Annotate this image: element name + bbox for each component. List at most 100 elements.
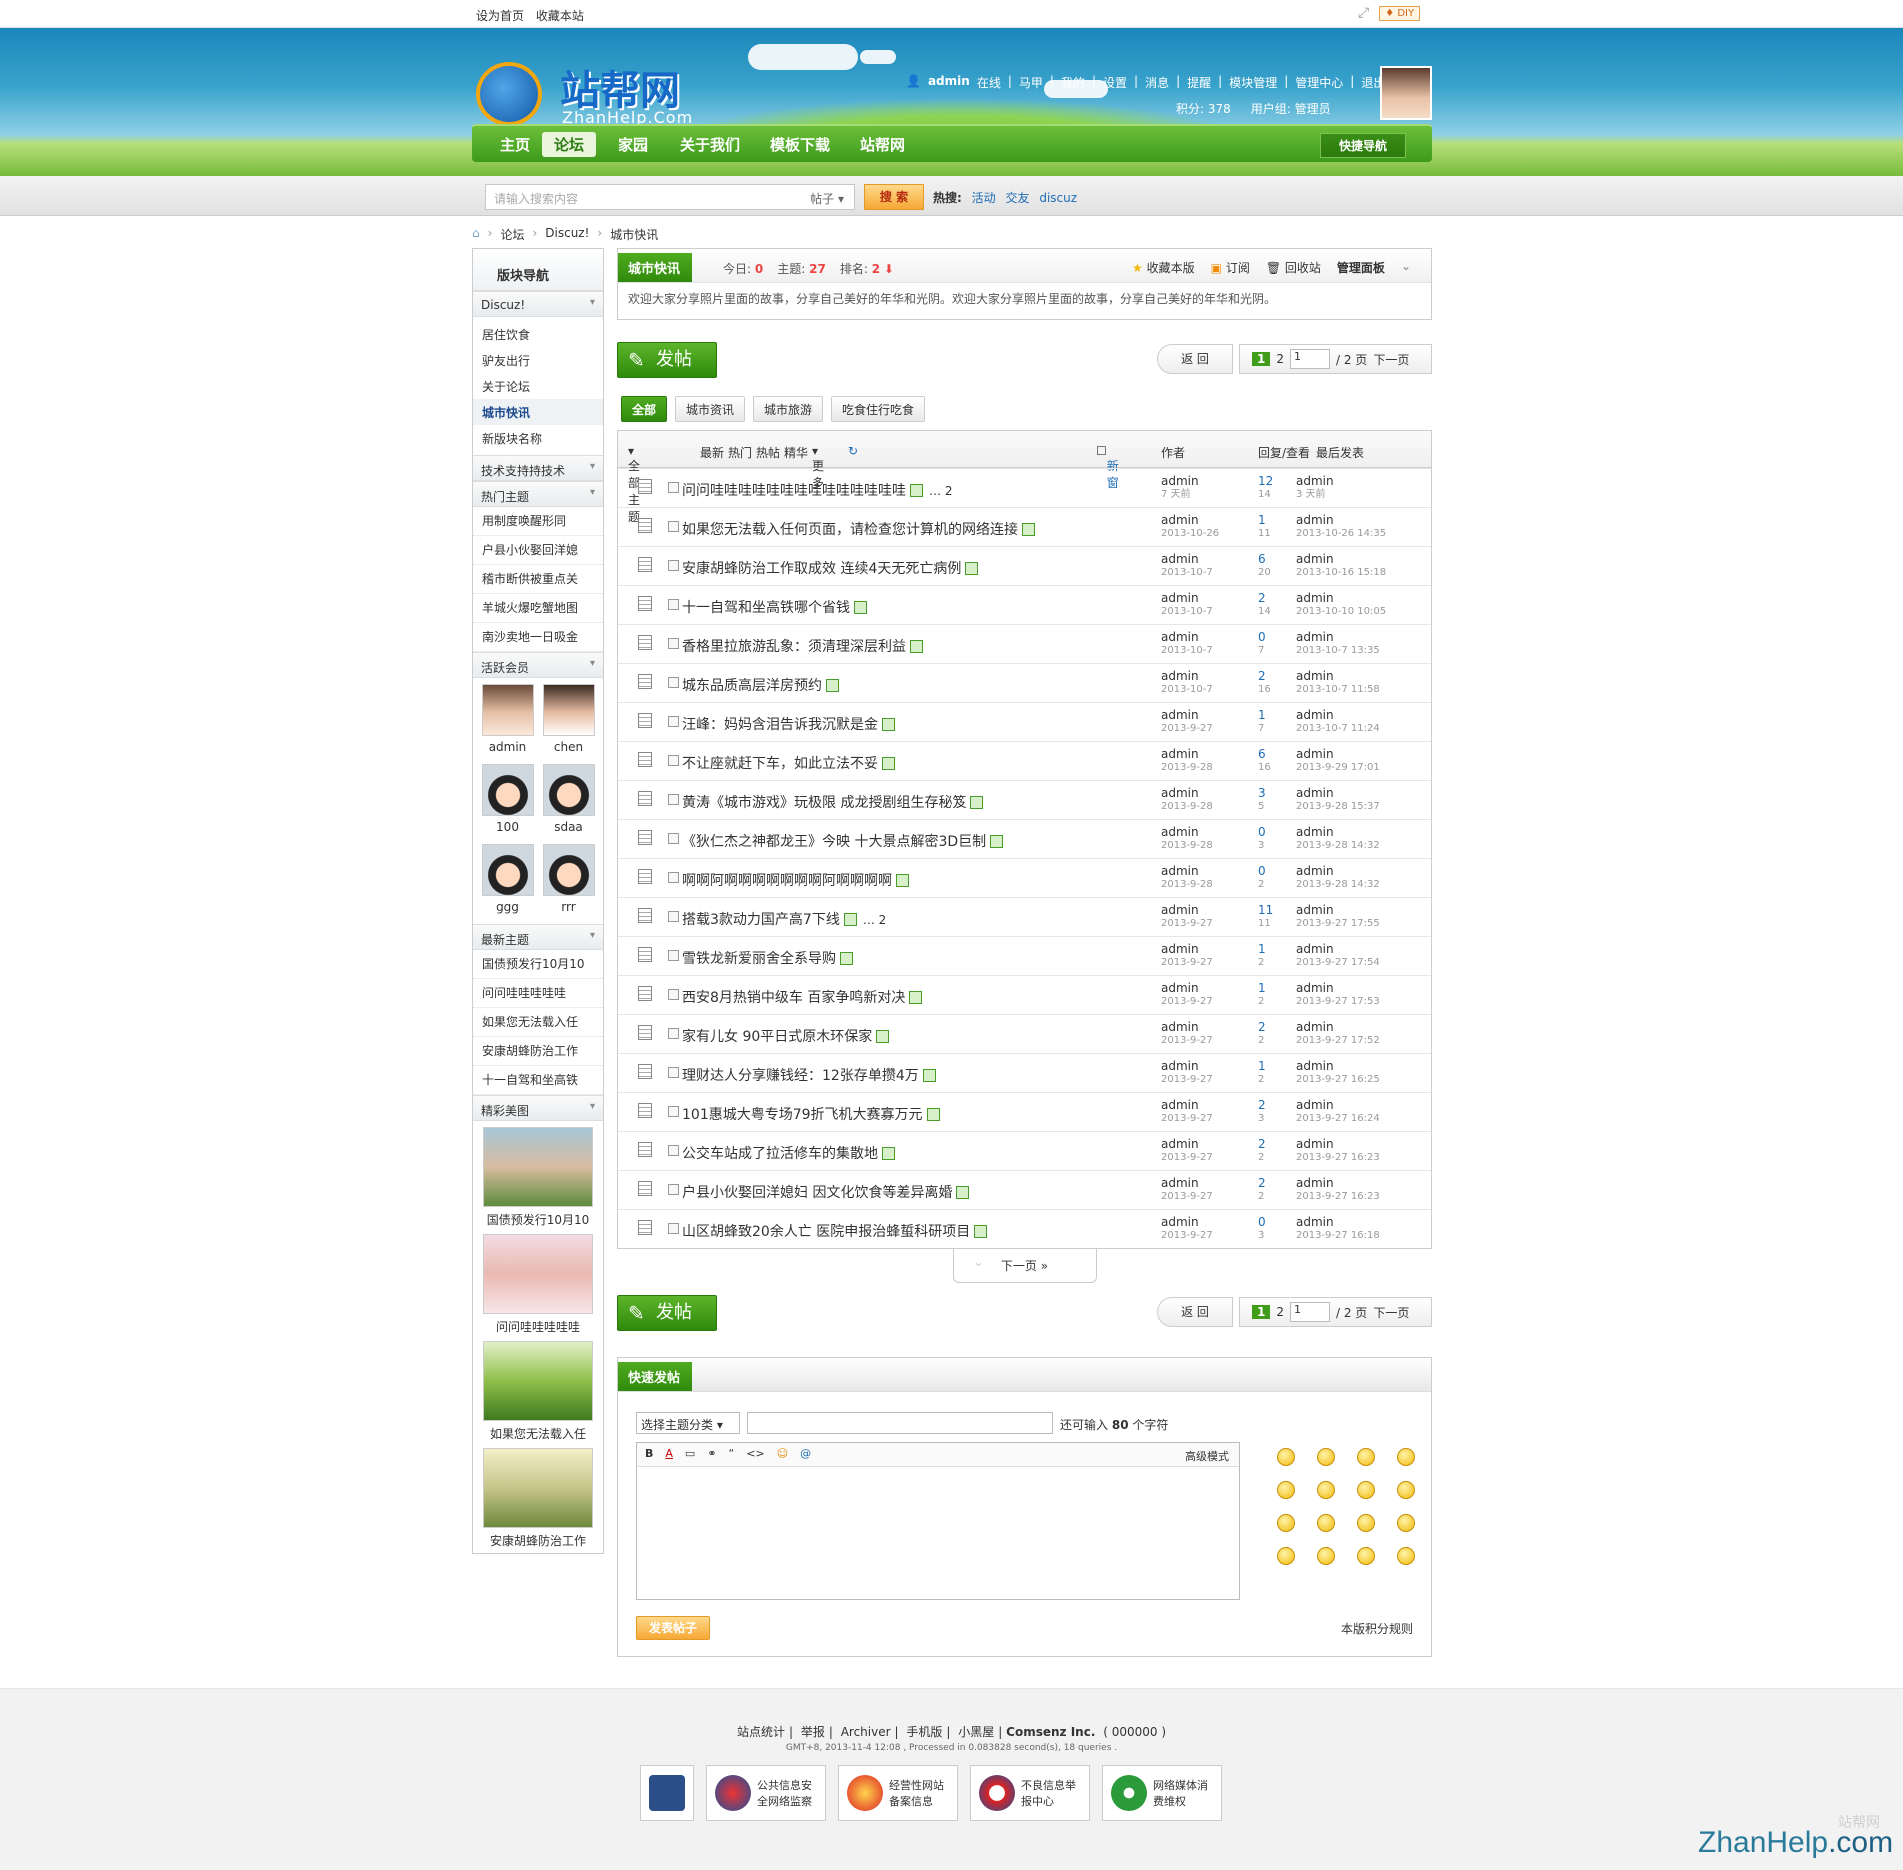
smiley-icon[interactable] bbox=[1277, 1481, 1295, 1499]
thread-replies[interactable]: 12 14 bbox=[1258, 475, 1273, 501]
page-current[interactable]: 1 bbox=[1252, 352, 1271, 366]
user-menu-item[interactable]: 马甲 bbox=[1019, 74, 1043, 91]
thread-title[interactable]: 雪铁龙新爱丽舍全系导购 bbox=[682, 948, 859, 968]
smiley-icon[interactable] bbox=[1397, 1448, 1415, 1466]
new-topic-link[interactable]: 安康胡蜂防治工作 bbox=[473, 1037, 603, 1066]
thread-row[interactable]: 不让座就赶下车，如此立法不妥 admin 2013-9-28 6 16 admin 2013… bbox=[618, 741, 1431, 780]
thread-replies[interactable]: 11 11 bbox=[1258, 904, 1273, 930]
search-button[interactable]: 搜 索 bbox=[864, 184, 924, 210]
thread-last-post[interactable]: admin 2013-9-28 15:37 bbox=[1296, 787, 1380, 813]
thread-author[interactable]: admin 2013-9-27 bbox=[1161, 1177, 1213, 1203]
thread-last-post[interactable]: admin 2013-9-27 16:18 bbox=[1296, 1216, 1380, 1242]
thread-checkbox[interactable] bbox=[668, 872, 679, 883]
thread-last-post[interactable]: admin 2013-9-27 17:54 bbox=[1296, 943, 1380, 969]
next-page-link[interactable]: 下一页 bbox=[1373, 1304, 1409, 1321]
breadcrumb-item[interactable]: Discuz! bbox=[545, 226, 589, 243]
footer-link[interactable]: Archiver bbox=[841, 1725, 891, 1739]
smiley-icon[interactable] bbox=[1357, 1547, 1375, 1565]
smiley-icon[interactable] bbox=[1357, 1481, 1375, 1499]
thread-replies[interactable]: 2 16 bbox=[1258, 670, 1271, 696]
recycle-bin-button[interactable]: 🗑 回收站 bbox=[1266, 259, 1321, 276]
username[interactable]: admin bbox=[928, 74, 970, 91]
smiley-icon[interactable]: ☺ bbox=[777, 1447, 788, 1462]
refresh-icon[interactable]: ↻ bbox=[848, 444, 858, 458]
filter-tab[interactable]: 吃食住行吃食 bbox=[831, 396, 926, 422]
user-avatar[interactable] bbox=[1380, 66, 1432, 120]
thread-last-post[interactable]: admin 2013-9-27 17:52 bbox=[1296, 1021, 1380, 1047]
thread-author[interactable]: admin 2013-9-27 bbox=[1161, 943, 1213, 969]
hot-topic-link[interactable]: 羊城火爆吃蟹地图 bbox=[473, 594, 603, 623]
smiley-icon[interactable] bbox=[1277, 1547, 1295, 1565]
thread-last-post[interactable]: admin 2013-9-27 16:24 bbox=[1296, 1099, 1380, 1125]
user-menu-item[interactable]: 提醒 bbox=[1187, 74, 1211, 91]
thread-checkbox[interactable] bbox=[668, 1106, 679, 1117]
page-jump-input[interactable]: 1 bbox=[1290, 1302, 1330, 1322]
thread-replies[interactable]: 17 bbox=[1258, 709, 1266, 735]
gallery-item[interactable]: 问问哇哇哇哇哇 bbox=[483, 1234, 593, 1335]
thread-checkbox[interactable] bbox=[668, 677, 679, 688]
smiley-icon[interactable] bbox=[1397, 1514, 1415, 1532]
thread-author[interactable]: admin 7 天前 bbox=[1161, 475, 1199, 501]
thread-last-post[interactable]: admin 2013-9-27 16:23 bbox=[1296, 1138, 1380, 1164]
thread-replies[interactable]: 12 bbox=[1258, 982, 1266, 1008]
hot-search-link[interactable]: 交友 bbox=[1005, 191, 1029, 205]
nav-item-about[interactable]: 关于我们 bbox=[680, 134, 740, 155]
gallery-item[interactable]: 安康胡蜂防治工作 bbox=[483, 1448, 593, 1549]
sidebar-forum-link[interactable]: 居住饮食 bbox=[473, 321, 603, 347]
police-badge[interactable] bbox=[640, 1765, 694, 1821]
thread-checkbox[interactable] bbox=[668, 755, 679, 766]
thread-row[interactable]: 搭载3款动力国产高7下线… 2 admin 2013-9-27 11 11 admin 20… bbox=[618, 897, 1431, 936]
page-current[interactable]: 1 bbox=[1252, 1305, 1271, 1319]
image-icon[interactable]: ▭ bbox=[685, 1447, 695, 1462]
bookmark-link[interactable]: 收藏本站 bbox=[536, 9, 584, 23]
thread-author[interactable]: admin 2013-9-27 bbox=[1161, 1021, 1213, 1047]
new-post-button[interactable]: 发帖 bbox=[617, 342, 717, 378]
smiley-icon[interactable] bbox=[1277, 1514, 1295, 1532]
thread-author[interactable]: admin 2013-10-7 bbox=[1161, 592, 1213, 618]
user-points[interactable]: 积分: 378 bbox=[1176, 100, 1231, 117]
topic-category-select[interactable]: 选择主题分类 ▾ bbox=[636, 1412, 740, 1434]
home-icon[interactable]: ⌂ bbox=[472, 226, 480, 243]
thread-checkbox[interactable] bbox=[668, 638, 679, 649]
footer-link[interactable]: 手机版 bbox=[906, 1725, 942, 1739]
member-card[interactable]: rrr bbox=[538, 844, 599, 924]
user-menu-item[interactable]: 我的 bbox=[1061, 74, 1085, 91]
thread-title[interactable]: 搭载3款动力国产高7下线… 2 bbox=[682, 909, 886, 929]
sort-all[interactable]: 全部主题 ▾ bbox=[628, 444, 640, 524]
sort-digest[interactable]: 精华 bbox=[784, 444, 808, 461]
thread-replies[interactable]: 03 bbox=[1258, 826, 1266, 852]
thread-checkbox[interactable] bbox=[668, 1028, 679, 1039]
badge[interactable]: 公共信息安全网络监察 bbox=[706, 1765, 826, 1821]
submit-post-button[interactable]: 发表帖子 bbox=[636, 1616, 710, 1640]
thread-checkbox[interactable] bbox=[668, 1067, 679, 1078]
filter-tab[interactable]: 全部 bbox=[621, 396, 668, 422]
thread-pages[interactable]: … 2 bbox=[863, 913, 886, 927]
thread-replies[interactable]: 35 bbox=[1258, 787, 1266, 813]
search-input[interactable]: 请输入搜索内容 帖子 ▾ bbox=[485, 184, 855, 210]
new-topic-link[interactable]: 如果您无法载入任 bbox=[473, 1008, 603, 1037]
site-logo[interactable]: 站帮网 ZhanHelp.Com bbox=[476, 56, 736, 132]
thread-replies[interactable]: 02 bbox=[1258, 865, 1266, 891]
hot-topic-link[interactable]: 户县小伙娶回洋媳 bbox=[473, 536, 603, 565]
back-button[interactable]: 返 回 bbox=[1157, 344, 1233, 374]
nav-item-zhanhelp[interactable]: 站帮网 bbox=[860, 134, 905, 155]
thread-last-post[interactable]: admin 2013-9-29 17:01 bbox=[1296, 748, 1380, 774]
thread-row[interactable]: 公交车站成了拉活修车的集散地 admin 2013-9-27 2 2 admin 2013-… bbox=[618, 1131, 1431, 1170]
thread-checkbox[interactable] bbox=[668, 1223, 679, 1234]
thread-author[interactable]: admin 2013-9-28 bbox=[1161, 826, 1213, 852]
footer-icp[interactable]: ( 000000 ) bbox=[1103, 1725, 1166, 1739]
thread-author[interactable]: admin 2013-9-27 bbox=[1161, 709, 1213, 735]
thread-title[interactable]: 啊啊阿啊啊啊啊啊啊啊阿啊啊啊啊 bbox=[682, 870, 915, 890]
thread-row[interactable]: 汪峰：妈妈含泪告诉我沉默是金 admin 2013-9-27 1 7 admin 2013-… bbox=[618, 702, 1431, 741]
thread-title[interactable]: 家有儿女 90平日式原木环保家 bbox=[682, 1026, 895, 1046]
member-card[interactable]: ggg bbox=[477, 844, 538, 924]
thread-last-post[interactable]: admin 2013-10-26 14:35 bbox=[1296, 514, 1386, 540]
new-topic-link[interactable]: 国债预发行10月10 bbox=[473, 950, 603, 979]
member-card[interactable]: 100 bbox=[477, 764, 538, 844]
thread-last-post[interactable]: admin 2013-9-28 14:32 bbox=[1296, 865, 1380, 891]
sort-hotpost[interactable]: 热帖 bbox=[756, 444, 780, 461]
thread-checkbox[interactable] bbox=[668, 599, 679, 610]
thread-title[interactable]: 十一自驾和坐高铁哪个省钱 bbox=[682, 597, 873, 617]
thread-checkbox[interactable] bbox=[668, 833, 679, 844]
nav-item-templates[interactable]: 模板下载 bbox=[770, 134, 830, 155]
